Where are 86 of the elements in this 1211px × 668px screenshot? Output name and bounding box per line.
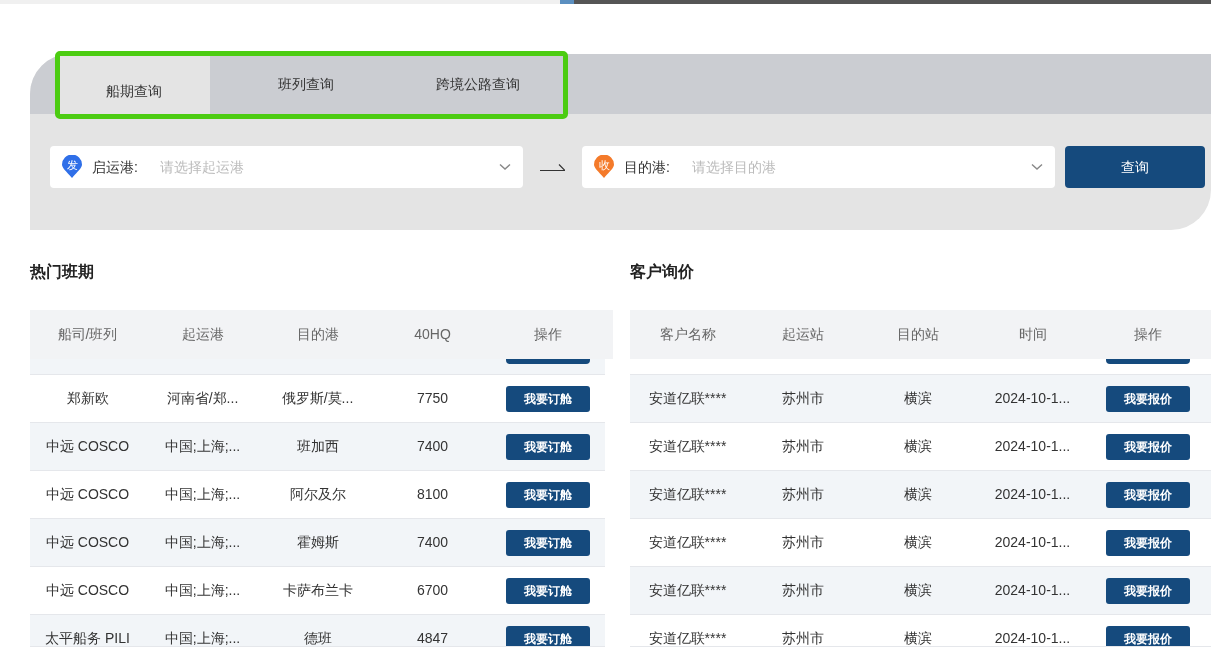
port-input[interactable]: 请选择目的港 [692,156,1023,178]
table-cell-text: 安道亿联**** [647,533,728,552]
table-cell-text: 苏州市 [780,533,825,552]
quote-button[interactable]: 我要报价 [1105,433,1190,460]
column-header: 时间 [1017,325,1048,344]
book-button[interactable]: 我要订舱 [505,385,590,412]
quote-button[interactable]: 我要报价 [1105,481,1190,508]
column-header: 起运港 [180,325,225,344]
column-header: 目的港 [295,325,340,344]
table-cell-text: 中远 COSCO [44,581,131,600]
field-label: 目的港: [624,157,671,177]
column-header: 目的站 [895,325,940,344]
table-cell-text: 阿尔及尔 [288,485,347,504]
table-cell-text: 横滨 [902,533,933,552]
table-cell-text: 德班 [302,629,333,646]
pin-icon: 收 [594,155,614,179]
table-cell-text: 中国;上海;... [163,629,242,646]
table-cell-text: 2024-10-1... [993,485,1072,504]
book-button[interactable]: 我要订舱 [505,433,590,460]
book-button[interactable]: 我要订舱 [505,481,590,508]
table-cell-text: 横滨 [902,437,933,456]
table-cell-text: 中国;上海;... [163,581,242,600]
table-cell-text: 安道亿联**** [647,437,728,456]
quote-button[interactable]: 我要报价 [1105,625,1190,646]
table-cell-text: 2024-10-1... [993,437,1072,456]
table-cell-text: 7400 [415,437,450,456]
table-cell-text: 中远 COSCO [44,533,131,552]
table-cell-text: 苏州市 [780,485,825,504]
table-cell-text: 安道亿联**** [647,389,728,408]
destination-port-select[interactable]: 收 目的港: 请选择目的港 [582,146,1055,188]
table-cell-text: 横滨 [902,389,933,408]
field-label: 启运港: [92,157,139,177]
book-button[interactable]: 我要订舱 [505,577,590,604]
table-cell-text: 2024-10-1... [993,629,1072,646]
column-header: 操作 [1132,325,1163,344]
table-cell-text: 横滨 [902,485,933,504]
table-cell-text: 8100 [415,485,450,504]
section-title: 热门班期 [30,262,95,282]
column-header: 客户名称 [658,325,717,344]
table-cell-text: 7400 [415,533,450,552]
table-cell-text: 2024-10-1... [993,581,1072,600]
column-header: 起运站 [780,325,825,344]
table-cell-text: 苏州市 [780,437,825,456]
table-cell-text: 太平船务 PILI [44,629,131,646]
table-cell-text: 中远 COSCO [44,485,131,504]
table-cell-text: 中国;上海;... [163,485,242,504]
table-cell-text: 6700 [415,581,450,600]
table-cell-text: 班加西 [295,437,340,456]
section-title: 客户询价 [630,262,695,282]
table-cell-text: 中国;上海;... [163,437,242,456]
book-button[interactable]: 我要订舱 [505,625,590,646]
table-cell-text: 郑新欧 [65,389,110,408]
table-cell-text: 中远 COSCO [44,437,131,456]
tab[interactable]: 跨境公路查询 [402,54,554,114]
table-cell-text: 横滨 [902,581,933,600]
port-input[interactable]: 请选择起运港 [160,156,491,178]
tab[interactable]: 班列查询 [230,54,382,114]
table-cell-text: 4847 [415,629,450,646]
pin-icon: 发 [62,155,82,179]
table-cell-text: 苏州市 [780,629,825,646]
quote-button[interactable]: 我要报价 [1105,529,1190,556]
column-header: 操作 [532,325,563,344]
origin-port-select[interactable]: 发 启运港: 请选择起运港 [50,146,523,188]
table-cell-text: 安道亿联**** [647,629,728,646]
table-cell-text: 河南省/郑... [165,389,240,408]
table-cell-text: 横滨 [902,629,933,646]
search-button[interactable]: 查询 [1065,146,1205,188]
table-cell-text: 霍姆斯 [295,533,340,552]
table-cell-text: 2024-10-1... [993,533,1072,552]
chevron-down-icon [1031,163,1043,171]
chevron-down-icon [499,163,511,171]
table-cell-text: 苏州市 [780,389,825,408]
table-cell-text: 安道亿联**** [647,581,728,600]
table-cell-text: 中国;上海;... [163,533,242,552]
book-button[interactable]: 我要订舱 [505,529,590,556]
quote-button[interactable]: 我要报价 [1105,385,1190,412]
tab[interactable]: 船期查询 [58,54,210,114]
table-cell-text: 7750 [415,389,450,408]
quote-button[interactable]: 我要报价 [1105,577,1190,604]
table-cell-text: 2024-10-1... [993,389,1072,408]
column-header: 船司/班列 [56,325,119,344]
column-header: 40HQ [413,325,452,344]
table-cell-text: 俄罗斯/莫... [280,389,355,408]
table-cell-text: 苏州市 [780,581,825,600]
table-cell-text: 安道亿联**** [647,485,728,504]
table-cell-text: 卡萨布兰卡 [281,581,354,600]
